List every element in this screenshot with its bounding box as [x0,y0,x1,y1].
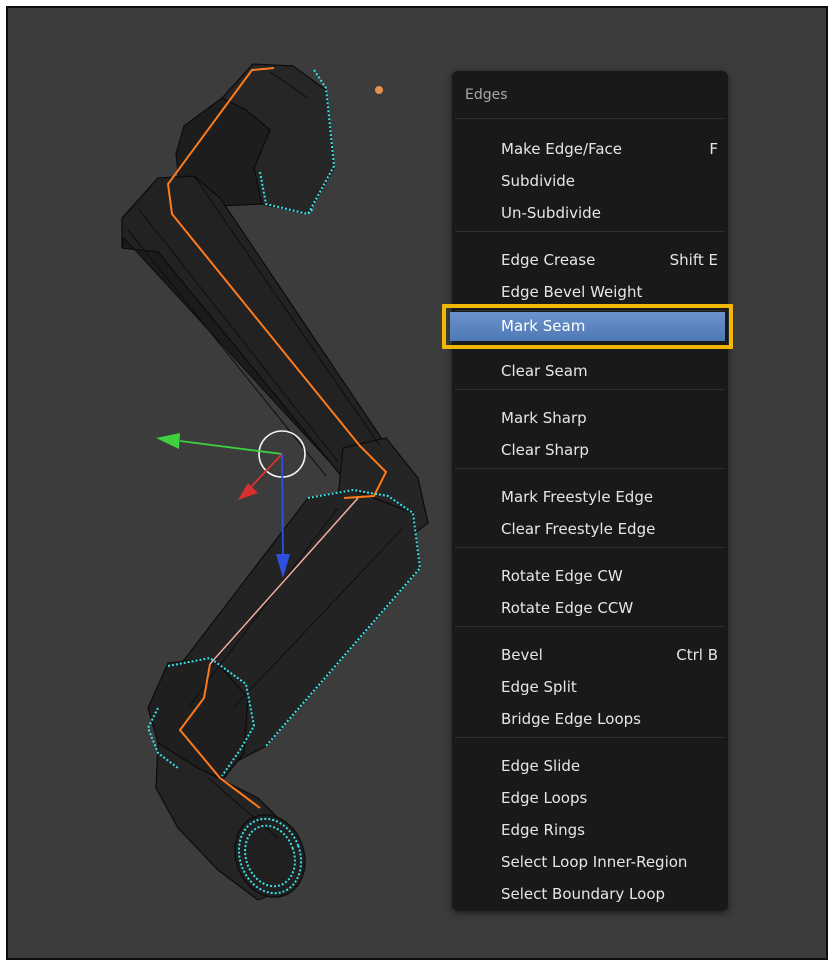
menu-separator [455,389,725,390]
menu-separator [455,231,725,232]
transform-manipulator-icon[interactable] [156,430,306,578]
menu-title: Edges [465,87,508,103]
menu-item-label: Bevel [501,646,543,664]
menu-item-shortcut: Shift E [669,251,718,269]
edges-menu: Edges Make Edge/Face F Subdivide Un-Subd… [452,71,728,911]
menu-separator [455,737,725,738]
menu-item-edge-crease[interactable]: Edge Crease Shift E [452,245,728,275]
menu-separator [455,626,725,627]
menu-item-label: Mark Freestyle Edge [501,488,654,506]
menu-item-label: Rotate Edge CW [501,567,623,585]
menu-item-edge-split[interactable]: Edge Split [452,672,728,702]
menu-item-label: Clear Sharp [501,441,589,459]
menu-item-clear-freestyle-edge[interactable]: Clear Freestyle Edge [452,514,728,544]
menu-item-label: Clear Seam [501,362,588,380]
menu-item-label: Edge Slide [501,757,581,775]
menu-item-edge-slide[interactable]: Edge Slide [452,751,728,781]
menu-separator [455,547,725,548]
menu-item-label: Select Loop Inner-Region [501,853,688,871]
menu-item-edge-loops[interactable]: Edge Loops [452,783,728,813]
menu-item-shortcut: F [709,140,718,158]
menu-item-edge-bevel-weight[interactable]: Edge Bevel Weight [452,277,728,307]
menu-separator [455,468,725,469]
menu-item-label: Edge Split [501,678,577,696]
menu-item-shortcut: Ctrl B [676,646,718,664]
mesh-object[interactable] [121,63,429,907]
callout-highlight-box [442,304,733,349]
menu-item-clear-sharp[interactable]: Clear Sharp [452,435,728,465]
menu-item-label: Make Edge/Face [501,140,623,158]
menu-item-un-subdivide[interactable]: Un-Subdivide [452,198,728,228]
menu-item-bridge-edge-loops[interactable]: Bridge Edge Loops [452,704,728,734]
menu-item-clear-seam[interactable]: Clear Seam [452,356,728,386]
menu-item-make-edge-face[interactable]: Make Edge/Face F [452,134,728,164]
menu-item-mark-freestyle-edge[interactable]: Mark Freestyle Edge [452,482,728,512]
menu-item-rotate-edge-cw[interactable]: Rotate Edge CW [452,561,728,591]
3d-cursor-icon [375,86,383,94]
menu-item-rotate-edge-ccw[interactable]: Rotate Edge CCW [452,593,728,623]
menu-item-label: Edge Loops [501,789,588,807]
menu-item-bevel[interactable]: Bevel Ctrl B [452,640,728,670]
menu-separator [455,118,725,119]
menu-item-mark-sharp[interactable]: Mark Sharp [452,403,728,433]
menu-item-label: Select Boundary Loop [501,885,666,903]
menu-item-select-loop-inner-region[interactable]: Select Loop Inner-Region [452,847,728,877]
menu-item-label: Edge Crease [501,251,596,269]
menu-item-label: Clear Freestyle Edge [501,520,656,538]
menu-item-label: Edge Rings [501,821,585,839]
menu-item-label: Mark Sharp [501,409,587,427]
menu-item-label: Subdivide [501,172,576,190]
menu-item-label: Bridge Edge Loops [501,710,641,728]
menu-item-edge-rings[interactable]: Edge Rings [452,815,728,845]
menu-item-subdivide[interactable]: Subdivide [452,166,728,196]
menu-item-label: Rotate Edge CCW [501,599,634,617]
menu-item-label: Un-Subdivide [501,204,601,222]
menu-item-select-boundary-loop[interactable]: Select Boundary Loop [452,879,728,909]
menu-item-label: Edge Bevel Weight [501,283,643,301]
